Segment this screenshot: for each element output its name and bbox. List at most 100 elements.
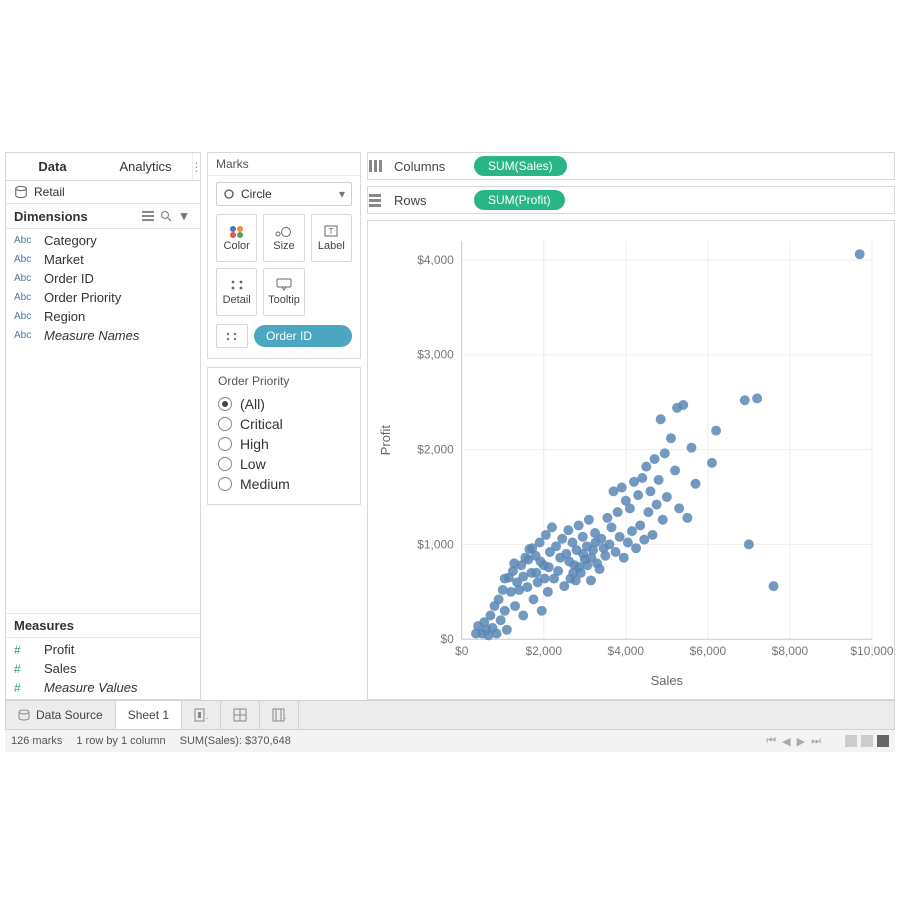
view-grid-icon[interactable]	[845, 735, 857, 747]
tab-data-source[interactable]: Data Source	[6, 701, 116, 729]
pane-resize-handle[interactable]: ⋮	[192, 153, 200, 180]
mark-type-dropdown[interactable]: Circle ▾	[216, 182, 352, 206]
type-abc-icon: Abc	[14, 235, 36, 246]
svg-text:$0: $0	[455, 644, 469, 658]
radio-label: (All)	[240, 396, 265, 412]
type-abc-icon: Abc	[14, 311, 36, 322]
radio-label: High	[240, 436, 269, 452]
measure-sales[interactable]: #Sales	[6, 659, 200, 678]
svg-text:Sales: Sales	[651, 673, 683, 688]
radio-icon	[218, 437, 232, 451]
measures-header: Measures	[6, 614, 200, 638]
view-single-icon[interactable]	[877, 735, 889, 747]
svg-text:$4,000: $4,000	[417, 253, 454, 267]
marks-detail-button[interactable]: Detail	[216, 268, 257, 316]
marks-size-button[interactable]: Size	[263, 214, 304, 262]
menu-caret-icon[interactable]: ▾	[176, 208, 192, 224]
filter-card: Order Priority (All)CriticalHighLowMediu…	[207, 367, 361, 505]
nav-first-icon[interactable]: ⏮	[766, 735, 776, 748]
rows-label: Rows	[394, 193, 470, 208]
filter-option-critical[interactable]: Critical	[218, 414, 350, 434]
svg-text:$1,000: $1,000	[417, 537, 454, 551]
filter-option-high[interactable]: High	[218, 434, 350, 454]
status-layout: 1 row by 1 column	[76, 735, 165, 747]
columns-label: Columns	[394, 159, 470, 174]
columns-shelf[interactable]: Columns SUM(Sales)	[367, 152, 895, 180]
new-story-icon: +	[272, 708, 286, 722]
radio-icon	[218, 417, 232, 431]
type-number-icon: #	[14, 662, 36, 676]
marks-color-button[interactable]: Color	[216, 214, 257, 262]
new-worksheet-button[interactable]: +	[182, 701, 221, 729]
columns-icon	[368, 159, 394, 173]
dimension-category[interactable]: AbcCategory	[6, 231, 200, 250]
nav-last-icon[interactable]: ⏭	[811, 735, 821, 748]
radio-icon	[218, 477, 232, 491]
dimension-measure-names[interactable]: AbcMeasure Names	[6, 326, 200, 345]
field-label: Measure Names	[44, 328, 139, 343]
status-mark-count: 126 marks	[11, 735, 62, 747]
field-label: Measure Values	[44, 680, 137, 695]
field-label: Region	[44, 309, 85, 324]
new-story-button[interactable]: +	[260, 701, 299, 729]
sheet-tab-strip: Data Source Sheet 1 + + +	[5, 700, 895, 730]
svg-text:$2,000: $2,000	[526, 644, 563, 658]
tab-analytics[interactable]: Analytics	[99, 153, 192, 180]
measures-list: #Profit#Sales#Measure Values	[6, 638, 200, 699]
status-aggregate: SUM(Sales): $370,648	[180, 735, 291, 747]
new-worksheet-icon: +	[194, 708, 208, 722]
detail-icon	[229, 278, 245, 292]
svg-text:$6,000: $6,000	[690, 644, 727, 658]
filter-option-low[interactable]: Low	[218, 454, 350, 474]
svg-text:T: T	[329, 227, 334, 236]
svg-text:$4,000: $4,000	[608, 644, 645, 658]
rows-pill[interactable]: SUM(Profit)	[474, 190, 565, 210]
type-abc-icon: Abc	[14, 254, 36, 265]
data-pane: Data Analytics ⋮ Retail Dimensions ▾ Abc…	[5, 152, 201, 700]
view-pane: Columns SUM(Sales) Rows SUM(Profit) $0 $2…	[367, 152, 895, 700]
measure-profit[interactable]: #Profit	[6, 640, 200, 659]
marks-label-button[interactable]: T Label	[311, 214, 352, 262]
datasource-icon	[14, 185, 28, 199]
marks-tooltip-button[interactable]: Tooltip	[263, 268, 304, 316]
scatter-chart[interactable]: $0$2,000$4,000$6,000$8,000$10,000$0$1,00…	[367, 220, 895, 700]
size-icon	[274, 224, 294, 238]
radio-icon	[218, 457, 232, 471]
measure-measure-values[interactable]: #Measure Values	[6, 678, 200, 697]
dimension-market[interactable]: Abc Market	[6, 250, 200, 269]
marks-title: Marks	[208, 153, 360, 176]
datasource-row[interactable]: Retail	[6, 181, 200, 204]
tab-data[interactable]: Data	[6, 153, 99, 180]
label-icon: T	[323, 224, 339, 238]
radio-label: Medium	[240, 476, 290, 492]
filter-option-all[interactable]: (All)	[218, 394, 350, 414]
search-icon[interactable]	[158, 208, 174, 224]
datasource-tab-icon	[18, 709, 30, 721]
dimensions-list: AbcCategoryAbcMarketAbcOrder IDAbcOrder …	[6, 229, 200, 347]
field-label: Order Priority	[44, 290, 121, 305]
columns-pill[interactable]: SUM(Sales)	[474, 156, 567, 176]
nav-next-icon[interactable]: ▶	[797, 735, 805, 748]
color-icon	[228, 224, 246, 238]
new-dashboard-button[interactable]: +	[221, 701, 260, 729]
marks-filter-pane: Marks Circle ▾ Color Size	[207, 152, 361, 700]
detail-drop-target[interactable]	[216, 324, 248, 348]
nav-prev-icon[interactable]: ◀	[782, 735, 790, 748]
dimension-order-id[interactable]: AbcOrder ID	[6, 269, 200, 288]
svg-text:+: +	[206, 714, 208, 722]
new-dashboard-icon: +	[233, 708, 247, 722]
tab-sheet1[interactable]: Sheet 1	[116, 701, 182, 729]
field-label: Order ID	[44, 271, 94, 286]
view-filmstrip-icon[interactable]	[861, 735, 873, 747]
filter-option-medium[interactable]: Medium	[218, 474, 350, 494]
tab-data-source-label: Data Source	[36, 708, 103, 722]
dimension-region[interactable]: Abc Region	[6, 307, 200, 326]
detail-pill-orderid[interactable]: Order ID	[254, 325, 352, 347]
field-label: Market	[44, 252, 84, 267]
type-abc-icon: Abc	[14, 292, 36, 303]
list-view-icon[interactable]	[140, 208, 156, 224]
rows-shelf[interactable]: Rows SUM(Profit)	[367, 186, 895, 214]
radio-label: Low	[240, 456, 266, 472]
dimension-order-priority[interactable]: Abc Order Priority	[6, 288, 200, 307]
svg-text:+: +	[284, 714, 286, 722]
